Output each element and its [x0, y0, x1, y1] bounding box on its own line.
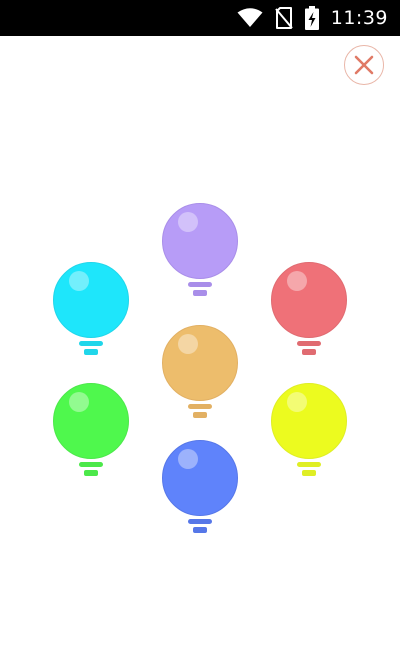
bulb-red[interactable] — [269, 262, 349, 362]
bulb-purple[interactable] — [160, 203, 240, 303]
bulb-orange[interactable] — [160, 325, 240, 425]
status-icons: 11:39 — [237, 0, 388, 36]
bulb-cyan[interactable] — [51, 262, 131, 362]
status-bar: 11:39 — [0, 0, 400, 36]
close-icon — [353, 54, 375, 76]
bulb-cyan-icon — [53, 262, 129, 355]
bulb-green[interactable] — [51, 383, 131, 483]
status-time: 11:39 — [330, 7, 388, 29]
bulb-blue-icon — [162, 440, 238, 533]
bulb-red-icon — [271, 262, 347, 355]
battery-charging-icon — [304, 6, 319, 30]
no-sim-icon — [274, 7, 293, 29]
bulb-green-icon — [53, 383, 129, 476]
bulb-orange-icon — [162, 325, 238, 418]
bulb-yellow-icon — [271, 383, 347, 476]
wifi-icon — [237, 8, 263, 28]
bulb-yellow[interactable] — [269, 383, 349, 483]
close-button[interactable] — [344, 45, 384, 85]
bulb-purple-icon — [162, 203, 238, 296]
bulb-blue[interactable] — [160, 440, 240, 540]
